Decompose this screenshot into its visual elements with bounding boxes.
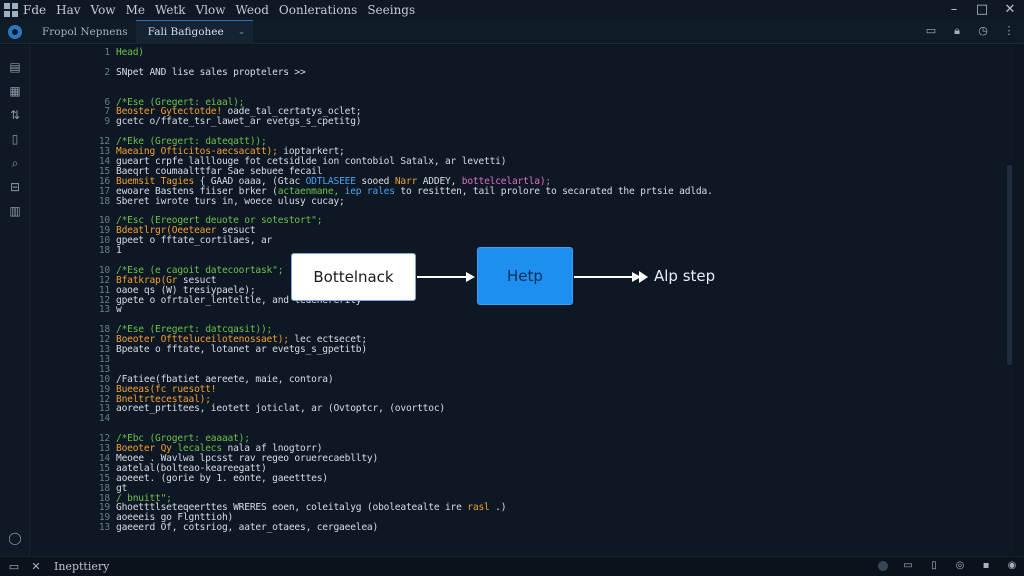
chevron-down-icon[interactable]: ⌄ <box>238 27 246 37</box>
menu-item-file[interactable]: Fde <box>23 3 46 17</box>
close-icon[interactable]: ✕ <box>1002 2 1018 18</box>
code-token: gaeeerd Of, cotsriog, aater_otaees, cerg… <box>116 522 379 534</box>
settings-icon[interactable]: ◎ <box>954 560 966 572</box>
code-text: gpeet o fftate_cortilaes, ar <box>116 235 272 246</box>
code-text: Sberet iwrote turs in, woece ulusy cucay… <box>116 196 345 207</box>
tab-file-settings[interactable]: Fali Bafigohee ⌄ <box>135 19 254 44</box>
menu-bar: Fde Hav Vow Me Wetk Vlow Weod Oonleratio… <box>0 0 1024 20</box>
notification-icon[interactable]: ▯ <box>928 560 940 572</box>
code-text: gcetc o/ffate_tsr_lawet_ar evetgs_s_cpet… <box>116 116 362 128</box>
code-text: Head) <box>116 47 144 58</box>
split-editor-icon[interactable]: ▭ <box>924 24 938 38</box>
document-icon[interactable]: ▯ <box>0 127 30 151</box>
files-icon[interactable]: ▦ <box>0 79 30 103</box>
status-bar: ▭ ✕ Inepttiery ▭ ▯ ◎ ▪ ◉ <box>0 556 1024 576</box>
code-token: gcetc o/ffate_tsr_lawet_ar evetgs_s_cpet… <box>116 116 362 128</box>
code-line[interactable]: 13 gaeeerd Of, cotsriog, aater_otaees, ce… <box>30 522 378 533</box>
code-text: aoeeet. (gorie by 1. eonte, gaeetttes) <box>116 473 328 484</box>
menu-item-view[interactable]: Vow <box>91 3 116 17</box>
brand-logo <box>0 24 30 39</box>
scrollbar-thumb[interactable] <box>1007 165 1012 365</box>
diagram-box-help: Hetp <box>477 247 573 305</box>
code-token: iep rales <box>344 185 395 197</box>
menu-item-mode[interactable]: Weod <box>236 3 269 17</box>
tab-label: Fropol Nepnens <box>42 25 128 38</box>
tab-project-reports[interactable]: Fropol Nepnens <box>30 20 136 44</box>
more-icon[interactable]: ⋮ <box>1002 24 1016 38</box>
extensions-icon[interactable]: ⊟ <box>0 175 30 199</box>
tab-bar: Fropol Nepnens Fali Bafigohee ⌄ ▭ 🔒︎ ◷ ⋮ <box>0 19 1024 44</box>
code-token: SNpet AND lise sales proptelers >> <box>116 66 306 78</box>
code-text: gaeeerd Of, cotsriog, aater_otaees, cerg… <box>116 522 378 533</box>
status-text[interactable]: Inepttiery <box>54 560 109 573</box>
diagram-box-bottleneck: Bottelnack <box>291 253 416 301</box>
tab-label: Fali Bafigohee <box>147 26 224 38</box>
maximize-icon[interactable]: □ <box>974 2 990 18</box>
history-icon[interactable]: ◷ <box>976 24 990 38</box>
code-token: w <box>116 304 122 316</box>
code-token: 1 <box>116 245 122 256</box>
account-icon[interactable]: ◯ <box>0 526 30 550</box>
menu-item-edit[interactable]: Hav <box>56 3 80 17</box>
layout-icon[interactable]: ▭ <box>902 560 914 572</box>
diagram-box-label: Hetp <box>507 267 543 285</box>
menu-item-operations[interactable]: Oonlerations <box>279 3 357 17</box>
menu-item-settings[interactable]: Seeings <box>367 3 415 17</box>
code-token: to resitten, tail prolore to secarated t… <box>394 185 713 197</box>
diagram-step-label: Alp step <box>654 267 716 285</box>
code-token: Sberet iwrote turs in, woece ulusy cucay… <box>116 195 345 207</box>
activity-bar: ▤ ▦ ⇅ ▯ ⌕ ⊟ ▥ ◯ <box>0 45 30 556</box>
line-number: 13 <box>98 522 110 534</box>
app-grid-icon[interactable] <box>4 3 18 17</box>
code-text: SNpet AND lise sales proptelers >> <box>116 67 306 78</box>
remote-icon[interactable]: ▭ <box>6 560 22 574</box>
code-token: aoeeet. (gorie by 1. eonte, gaeetttes) <box>116 472 328 484</box>
lock-icon[interactable]: 🔒︎ <box>950 24 964 38</box>
source-control-icon[interactable]: ⇅ <box>0 103 30 127</box>
code-token: rasl <box>467 502 490 514</box>
code-token: Bpeate o fftate, lotanet ar evetgs_s_gpe… <box>116 344 367 355</box>
sync-indicator-icon[interactable] <box>878 561 888 571</box>
code-token: Head) <box>116 47 144 58</box>
minimize-icon[interactable]: – <box>946 2 962 18</box>
code-text: w <box>116 304 122 315</box>
code-token: .) <box>489 502 507 514</box>
menu-item-work[interactable]: Wetk <box>155 3 186 17</box>
lock-status-icon[interactable]: ▪ <box>980 560 992 572</box>
code-text: 1 <box>116 245 122 256</box>
code-text: Bpeate o fftate, lotanet ar evetgs_s_gpe… <box>116 344 367 355</box>
branch-icon[interactable]: ✕ <box>28 560 44 574</box>
search-icon[interactable]: ⌕ <box>0 151 30 175</box>
logo-icon <box>8 24 22 39</box>
bell-icon[interactable]: ◉ <box>1006 560 1018 572</box>
menu-item-window[interactable]: Vlow <box>196 3 226 17</box>
scrollbar[interactable] <box>1004 45 1014 556</box>
code-token: gpeet o fftate_cortilaes, ar <box>116 235 273 247</box>
code-token: aoreet_prtitees, ieotett joticlat, ar (O… <box>116 403 445 415</box>
diagram-box-label: Bottelnack <box>313 268 394 286</box>
code-text: aoreet_prtitees, ieotett joticlat, ar (O… <box>116 403 445 414</box>
menu-item-me[interactable]: Me <box>126 3 145 17</box>
panel-icon[interactable]: ▥ <box>0 199 30 223</box>
explorer-icon[interactable]: ▤ <box>0 55 30 79</box>
